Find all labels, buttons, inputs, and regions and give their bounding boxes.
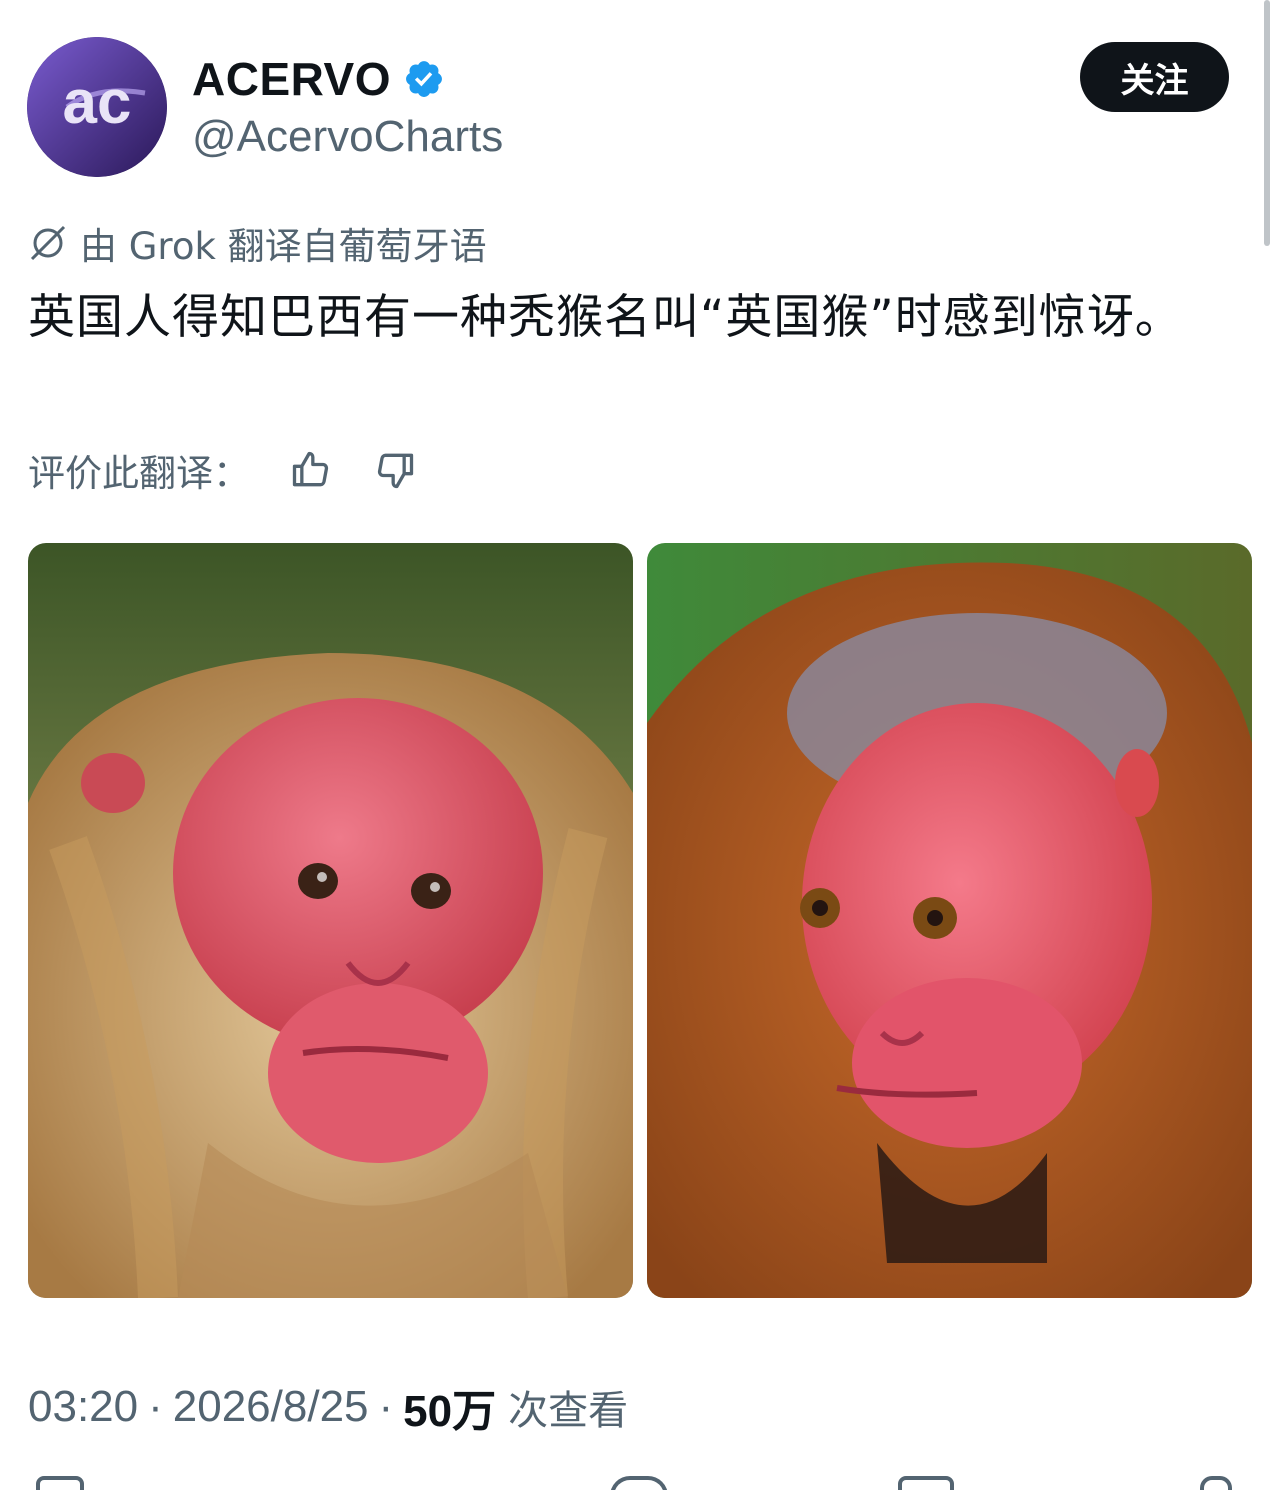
- thumbs-up-button[interactable]: [288, 447, 334, 493]
- tweet-meta: 03:20 · 2026/8/25 · 50万 次查看: [28, 1378, 628, 1436]
- like-icon[interactable]: [610, 1476, 668, 1490]
- author-avatar[interactable]: ac: [27, 37, 167, 177]
- scrollbar[interactable]: [1264, 0, 1270, 246]
- tweet-photo-2[interactable]: [647, 543, 1252, 1298]
- translation-note-text: 由 Grok 翻译自葡萄牙语: [80, 225, 487, 268]
- thumbs-up-icon: [292, 451, 329, 487]
- tweet-text: 英国人得知巴西有一种秃猴名叫“英国猴”时感到惊讶。: [28, 290, 1183, 345]
- bookmark-icon[interactable]: [898, 1476, 954, 1490]
- rate-translation-row: 评价此翻译：: [28, 440, 418, 500]
- acervo-logo: ac: [27, 37, 167, 177]
- meta-separator: ·: [378, 1382, 394, 1431]
- uakari-photo-left: [28, 543, 633, 1298]
- meta-separator: ·: [148, 1382, 163, 1431]
- svg-text:ac: ac: [63, 68, 132, 137]
- share-icon[interactable]: [1200, 1476, 1232, 1490]
- views-label: 次查看: [508, 1388, 629, 1434]
- tweet-date[interactable]: 2026/8/25: [173, 1382, 369, 1432]
- tweet-detail-page: ac ACERVO @AcervoCharts 关注 由 Grok 翻译自葡萄牙…: [0, 0, 1280, 1490]
- views-count: 50万: [403, 1387, 497, 1436]
- reply-icon[interactable]: [36, 1476, 84, 1490]
- translation-note: 由 Grok 翻译自葡萄牙语: [28, 215, 487, 271]
- action-bar: [0, 1476, 1280, 1490]
- tweet-time[interactable]: 03:20: [28, 1382, 138, 1432]
- thumbs-down-icon: [377, 453, 414, 489]
- uakari-photo-right: [647, 543, 1252, 1298]
- verified-badge-icon[interactable]: [403, 58, 445, 100]
- tweet-photo-1[interactable]: [28, 543, 633, 1298]
- rate-translation-label: 评价此翻译：: [28, 452, 250, 495]
- author-name-row[interactable]: ACERVO: [192, 52, 445, 106]
- translate-globe-icon: [30, 225, 66, 261]
- follow-button[interactable]: 关注: [1080, 42, 1229, 112]
- thumbs-down-button[interactable]: [372, 447, 418, 493]
- author-handle[interactable]: @AcervoCharts: [192, 112, 503, 162]
- author-display-name[interactable]: ACERVO: [192, 52, 391, 106]
